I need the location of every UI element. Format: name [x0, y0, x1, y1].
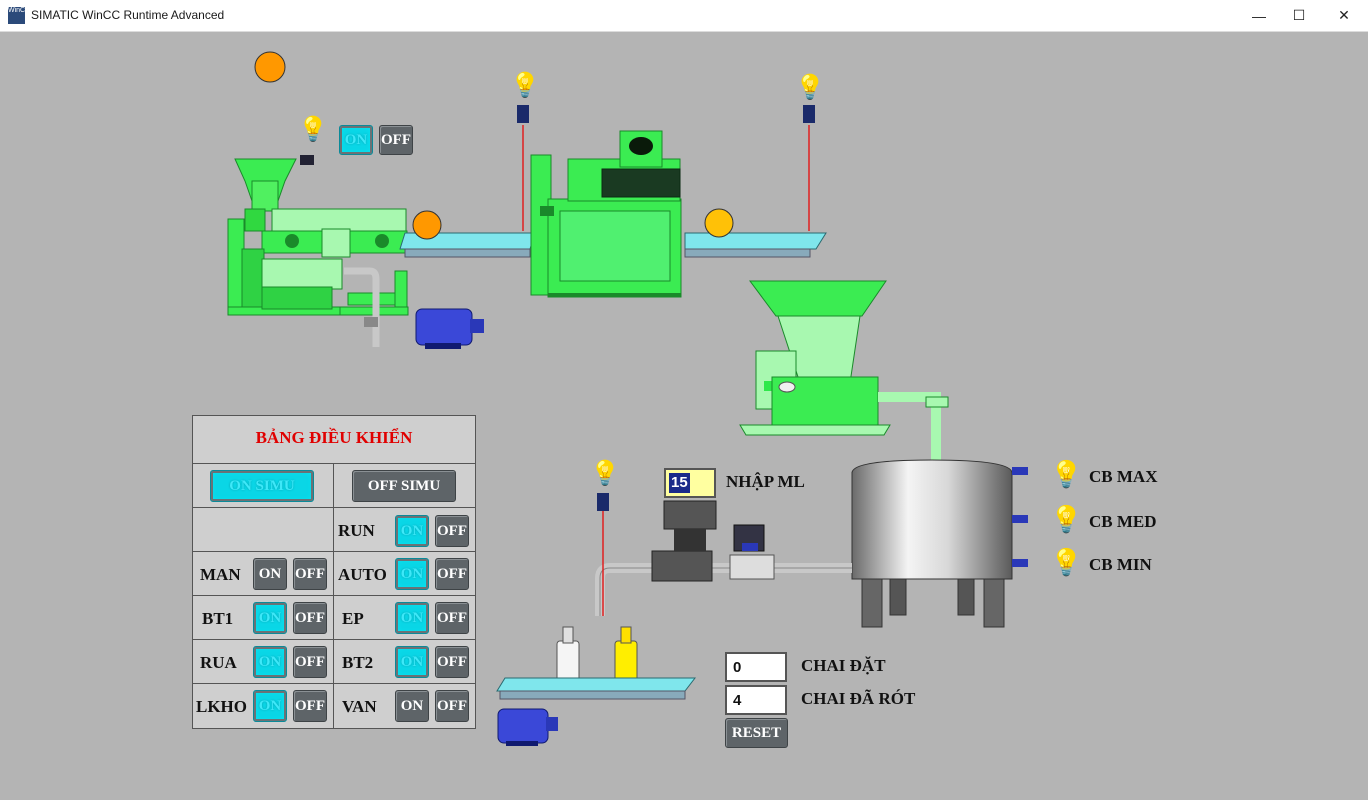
window-title: SIMATIC WinCC Runtime Advanced	[31, 8, 225, 22]
hmi-screen: 💡 💡 💡 💡 ON OFF BẢNG ĐIỀU KHIỂN ON SIMU O…	[0, 31, 1368, 800]
rua-off-button[interactable]: OFF	[293, 646, 327, 678]
conveyor-3	[496, 677, 697, 700]
man-off-button[interactable]: OFF	[293, 558, 327, 590]
lightbulb-icon: 💡	[510, 72, 540, 99]
filling-pipe	[595, 500, 852, 616]
close-button[interactable]: ✕	[1321, 0, 1367, 31]
reset-button[interactable]: RESET	[725, 718, 788, 748]
van-off-button[interactable]: OFF	[435, 690, 469, 722]
ml-input-frame: 15	[664, 468, 716, 498]
ep-on-button[interactable]: ON	[395, 602, 429, 634]
ml-input[interactable]: 15	[669, 473, 690, 493]
bottle-white	[556, 626, 580, 684]
lightbulb-icon: 💡	[590, 460, 620, 487]
bt1-label: BT1	[202, 609, 234, 628]
extruder-on-button[interactable]: ON	[339, 125, 373, 155]
off-simu-button[interactable]: OFF SIMU	[352, 470, 456, 502]
on-simu-button[interactable]: ON SIMU	[210, 470, 314, 502]
cb-max-label: CB MAX	[1089, 467, 1158, 486]
mixing-tank	[851, 459, 1028, 628]
auto-label: AUTO	[338, 565, 387, 584]
extruder-machine	[227, 155, 409, 347]
auto-on-button[interactable]: ON	[395, 558, 429, 590]
conveyor-2	[684, 208, 827, 258]
van-on-button[interactable]: ON	[395, 690, 429, 722]
cb-med-label: CB MED	[1089, 512, 1157, 531]
bottle-filled-label: CHAI ĐÃ RÓT	[801, 689, 916, 708]
motor-1	[415, 308, 484, 349]
run-on-button[interactable]: ON	[395, 515, 429, 547]
bottle-filled-field: 4	[725, 685, 787, 715]
motor-2	[497, 708, 558, 746]
lightbulb-icon: 💡	[1050, 504, 1083, 534]
lightbulb-icon: 💡	[1050, 459, 1083, 489]
maximize-button[interactable]: ☐	[1276, 0, 1322, 31]
product-on-conveyor-2	[704, 208, 734, 238]
bottle-set-field[interactable]: 0	[725, 652, 787, 682]
lightbulb-icon: 💡	[795, 74, 825, 101]
sensor-1	[517, 105, 529, 231]
lkho-on-button[interactable]: ON	[253, 690, 287, 722]
auto-off-button[interactable]: OFF	[435, 558, 469, 590]
lkho-off-button[interactable]: OFF	[293, 690, 327, 722]
blow-molding-machine	[530, 130, 682, 298]
ml-label: NHẬP ML	[726, 472, 805, 491]
sensor-2	[803, 105, 815, 231]
rua-on-button[interactable]: ON	[253, 646, 287, 678]
ep-off-button[interactable]: OFF	[435, 602, 469, 634]
bt1-off-button[interactable]: OFF	[293, 602, 327, 634]
run-off-button[interactable]: OFF	[435, 515, 469, 547]
van-label: VAN	[342, 697, 377, 716]
bottle-yellow	[614, 626, 638, 684]
run-label: RUN	[338, 521, 375, 540]
wincc-app-icon: WinCC	[8, 7, 30, 24]
title-bar: WinCC SIMATIC WinCC Runtime Advanced — ☐…	[0, 0, 1368, 32]
cb-min-label: CB MIN	[1089, 555, 1152, 574]
bt2-on-button[interactable]: ON	[395, 646, 429, 678]
lightbulb-icon: 💡	[298, 116, 328, 143]
man-on-button[interactable]: ON	[253, 558, 287, 590]
lightbulb-icon: 💡	[1050, 547, 1083, 577]
conveyor-1	[399, 210, 536, 258]
product-on-conveyor-1	[412, 210, 442, 240]
extruder-off-button[interactable]: OFF	[379, 125, 413, 155]
status-lamp-orange	[254, 51, 286, 83]
panel-title: BẢNG ĐIỀU KHIỂN	[255, 428, 413, 447]
lkho-label: LKHO	[196, 697, 248, 716]
man-label: MAN	[200, 565, 241, 584]
bt1-on-button[interactable]: ON	[253, 602, 287, 634]
hopper-machine	[739, 280, 949, 461]
bt2-off-button[interactable]: OFF	[435, 646, 469, 678]
rua-label: RUA	[200, 653, 237, 672]
bt2-label: BT2	[342, 653, 374, 672]
ep-label: EP	[342, 609, 364, 628]
bottle-set-label: CHAI ĐẶT	[801, 656, 886, 675]
